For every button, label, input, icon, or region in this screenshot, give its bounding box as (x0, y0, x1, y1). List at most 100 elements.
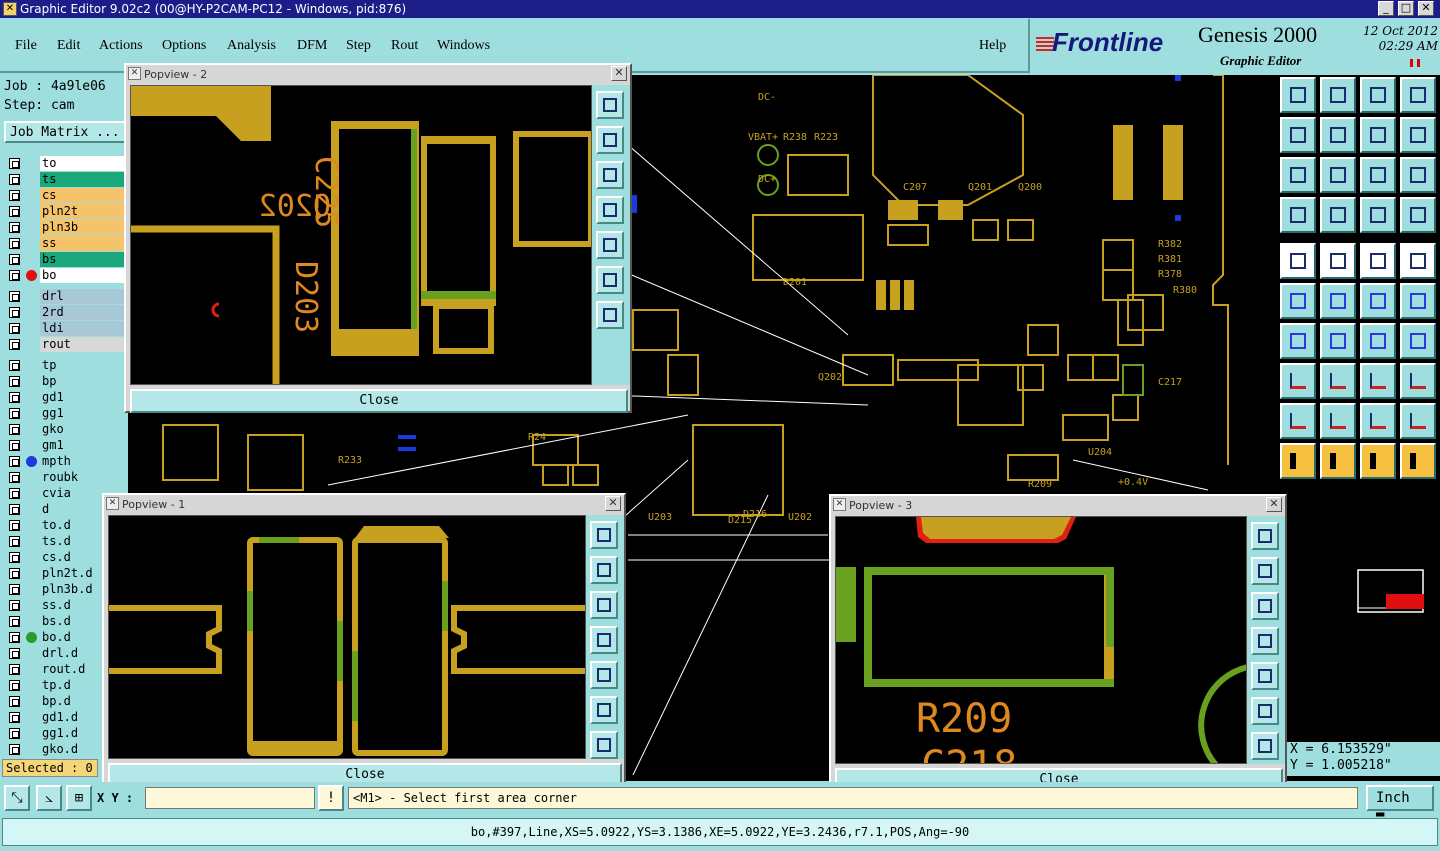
close-window-button[interactable]: ✕ (1418, 1, 1434, 16)
popview-3-view[interactable]: R209 C218 (835, 516, 1247, 764)
select-area-button[interactable] (1400, 243, 1436, 279)
units-toggle-button[interactable]: Inch ▬ (1366, 785, 1434, 822)
menu-file[interactable]: File (15, 38, 37, 54)
copy-view-button[interactable] (590, 521, 618, 549)
diag-line-button[interactable] (1320, 323, 1356, 359)
menu-options[interactable]: Options (162, 38, 206, 54)
layer-checkbox[interactable] (9, 744, 20, 755)
minus-button[interactable] (1320, 363, 1356, 399)
layer-checkbox[interactable] (9, 307, 20, 318)
layer-checkbox[interactable] (9, 456, 20, 467)
layer-name[interactable]: gko (40, 422, 126, 437)
layer-checkbox[interactable] (9, 600, 20, 611)
snap-active-button[interactable] (1400, 197, 1436, 233)
zoom-area-button[interactable]: ⤡ (4, 785, 30, 811)
layer-checkbox[interactable] (9, 488, 20, 499)
pointer-edit-button[interactable] (1360, 443, 1396, 479)
popview-2-close-icon[interactable]: ✕ (611, 66, 627, 81)
popview-2-view[interactable]: Q202 C225 D203 (130, 85, 592, 385)
layer-row-gd1[interactable]: gd1 (4, 389, 126, 405)
layer-row-bo[interactable]: bo (4, 267, 126, 283)
triangle-a3-button[interactable] (1400, 403, 1436, 439)
ff-button[interactable] (1400, 323, 1436, 359)
query-button[interactable] (1400, 157, 1436, 193)
layer-checkbox[interactable] (9, 664, 20, 675)
export-button[interactable] (590, 661, 618, 689)
layer-row-gm1[interactable]: gm1 (4, 437, 126, 453)
popview-2-close-button[interactable]: Close (130, 389, 628, 413)
layer-row-2rd[interactable]: 2rd (4, 304, 126, 320)
arc-button[interactable] (1360, 323, 1396, 359)
layer-name[interactable]: tp (40, 358, 126, 373)
layer-row-ts[interactable]: ts (4, 171, 126, 187)
select-feature-button[interactable] (1280, 243, 1316, 279)
import-button[interactable] (590, 626, 618, 654)
pan-right-button[interactable] (1320, 117, 1356, 153)
layer-checkbox[interactable] (9, 696, 20, 707)
menu-rout[interactable]: Rout (391, 38, 418, 54)
layer-name[interactable]: gm1 (40, 438, 126, 453)
layer-checkbox[interactable] (9, 392, 20, 403)
layer-name[interactable]: gd1 (40, 390, 126, 405)
layer-row-pln3b[interactable]: pln3b (4, 219, 126, 235)
layer-checkbox[interactable] (9, 339, 20, 350)
home-view-button[interactable] (1360, 77, 1396, 113)
grid-view-button[interactable] (1320, 197, 1356, 233)
layer-row-bs[interactable]: bs (4, 251, 126, 267)
cross-button[interactable] (1320, 283, 1356, 319)
connect-button[interactable] (1280, 283, 1316, 319)
zoom-center-button[interactable] (590, 731, 618, 759)
layer-checkbox[interactable] (9, 504, 20, 515)
point-button[interactable] (1280, 363, 1316, 399)
layer-row-mpth[interactable]: mpth (4, 453, 126, 469)
step-up-button[interactable] (1280, 77, 1316, 113)
pad-button[interactable] (1360, 283, 1396, 319)
layer-name[interactable]: ldi (40, 321, 126, 336)
step-down-button[interactable] (1320, 77, 1356, 113)
layer-name[interactable]: pln2t (40, 204, 126, 219)
layer-checkbox[interactable] (9, 472, 20, 483)
menu-step[interactable]: Step (346, 38, 371, 54)
alert-icon[interactable]: ! (318, 785, 344, 811)
layer-name[interactable]: pln3b (40, 220, 126, 235)
pad-line-button[interactable] (1400, 283, 1436, 319)
menu-analysis[interactable]: Analysis (227, 38, 276, 54)
redraw-button[interactable] (1400, 117, 1436, 153)
layer-checkbox[interactable] (9, 408, 20, 419)
layer-row-to[interactable]: to (4, 155, 126, 171)
menu-actions[interactable]: Actions (99, 38, 143, 54)
layer-row-pln2t[interactable]: pln2t (4, 203, 126, 219)
layer-name[interactable]: mpth (40, 454, 126, 469)
layer-checkbox[interactable] (9, 190, 20, 201)
layer-name[interactable]: bs (40, 252, 126, 267)
cut-button[interactable] (1280, 197, 1316, 233)
layer-row-roubk[interactable]: roubk (4, 469, 126, 485)
layer-checkbox[interactable] (9, 222, 20, 233)
layer-row-drl[interactable]: drl (4, 288, 126, 304)
zoom-center-button[interactable] (1251, 732, 1279, 760)
layer-checkbox[interactable] (9, 323, 20, 334)
layer-checkbox[interactable] (9, 728, 20, 739)
popview-1-close-icon[interactable]: ✕ (605, 496, 621, 511)
route-button[interactable] (1400, 443, 1436, 479)
layer-row-bp[interactable]: bp (4, 373, 126, 389)
layer-name[interactable]: gg1 (40, 406, 126, 421)
layer-checkbox[interactable] (9, 712, 20, 723)
zoom-back-button[interactable] (1360, 117, 1396, 153)
grid-button[interactable]: ⊞ (66, 785, 92, 811)
window-split-button[interactable] (1400, 77, 1436, 113)
measure-button[interactable]: ⦣ (36, 785, 62, 811)
fit-view-button[interactable] (1251, 697, 1279, 725)
menu-help[interactable]: Help (979, 38, 1006, 54)
layer-checkbox[interactable] (9, 648, 20, 659)
layer-checkbox[interactable] (9, 174, 20, 185)
menu-windows[interactable]: Windows (437, 38, 490, 54)
scale-1-2-button[interactable] (1360, 157, 1396, 193)
layer-row-gko[interactable]: gko (4, 421, 126, 437)
layer-checkbox[interactable] (9, 270, 20, 281)
layer-checkbox[interactable] (9, 424, 20, 435)
layer-row-cs[interactable]: cs (4, 187, 126, 203)
layer-checkbox[interactable] (9, 440, 20, 451)
save-view-button[interactable] (1251, 557, 1279, 585)
layer-name[interactable]: drl (40, 289, 126, 304)
